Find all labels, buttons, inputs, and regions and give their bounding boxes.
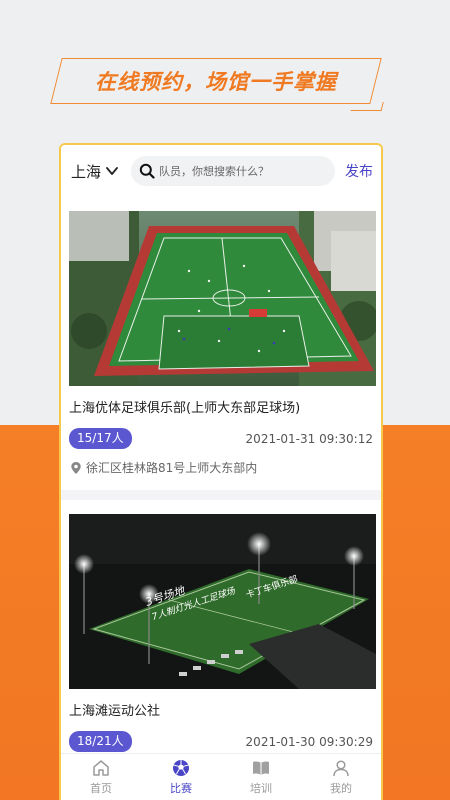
address-row: 徐汇区桂林路81号上师大东部内 (69, 459, 373, 490)
chevron-down-icon (106, 167, 118, 175)
divider (61, 490, 381, 500)
night-pitch-photo: 3号场地 7人制灯光人工足球场 卡丁车俱乐部 (69, 514, 376, 689)
tab-label: 培训 (250, 782, 272, 795)
top-bar: 上海 发布 (61, 145, 381, 197)
player-count-badge: 18/21人 (69, 731, 132, 752)
card-meta: 15/17人 2021-01-31 09:30:12 (69, 428, 373, 449)
person-icon (333, 760, 349, 777)
search-box[interactable] (131, 156, 335, 186)
address-text: 徐汇区桂林路81号上师大东部内 (86, 461, 258, 475)
search-input[interactable] (159, 164, 327, 178)
list-item[interactable]: 3号场地 7人制灯光人工足球场 卡丁车俱乐部 上海滩运动公社 18/21人 20… (61, 514, 381, 752)
book-icon (253, 761, 269, 775)
city-selector[interactable]: 上海 (71, 161, 119, 182)
card-meta: 18/21人 2021-01-30 09:30:29 (69, 731, 373, 752)
city-label: 上海 (71, 162, 102, 181)
tab-training[interactable]: 培训 (231, 758, 291, 796)
venue-title: 上海优体足球俱乐部(上师大东部足球场) (69, 401, 301, 416)
player-count-badge: 15/17人 (69, 428, 132, 449)
tab-label: 首页 (90, 782, 112, 795)
publish-button[interactable]: 发布 (345, 161, 373, 181)
tab-profile[interactable]: 我的 (311, 758, 371, 796)
soccer-ball-icon (173, 760, 189, 776)
tab-home[interactable]: 首页 (71, 758, 131, 796)
search-icon (139, 163, 155, 179)
banner-title: 在线预约，场馆一手掌握 (95, 70, 337, 94)
tab-match[interactable]: 比赛 (151, 758, 211, 796)
tab-label: 比赛 (170, 782, 192, 795)
venue-title: 上海滩运动公社 (69, 704, 161, 719)
stadium-photo (69, 211, 376, 386)
match-list: 上海优体足球俱乐部(上师大东部足球场) 15/17人 2021-01-31 09… (61, 197, 381, 753)
bottom-tab-bar: 首页 比赛 培训 我的 (61, 753, 381, 800)
timestamp: 2021-01-30 09:30:29 (245, 734, 373, 749)
list-item[interactable]: 上海优体足球俱乐部(上师大东部足球场) 15/17人 2021-01-31 09… (61, 211, 381, 490)
home-icon (93, 760, 109, 776)
timestamp: 2021-01-31 09:30:12 (245, 431, 373, 446)
location-pin-icon (71, 461, 81, 474)
phone-screen: 上海 发布 (59, 143, 383, 800)
tab-label: 我的 (330, 782, 352, 795)
